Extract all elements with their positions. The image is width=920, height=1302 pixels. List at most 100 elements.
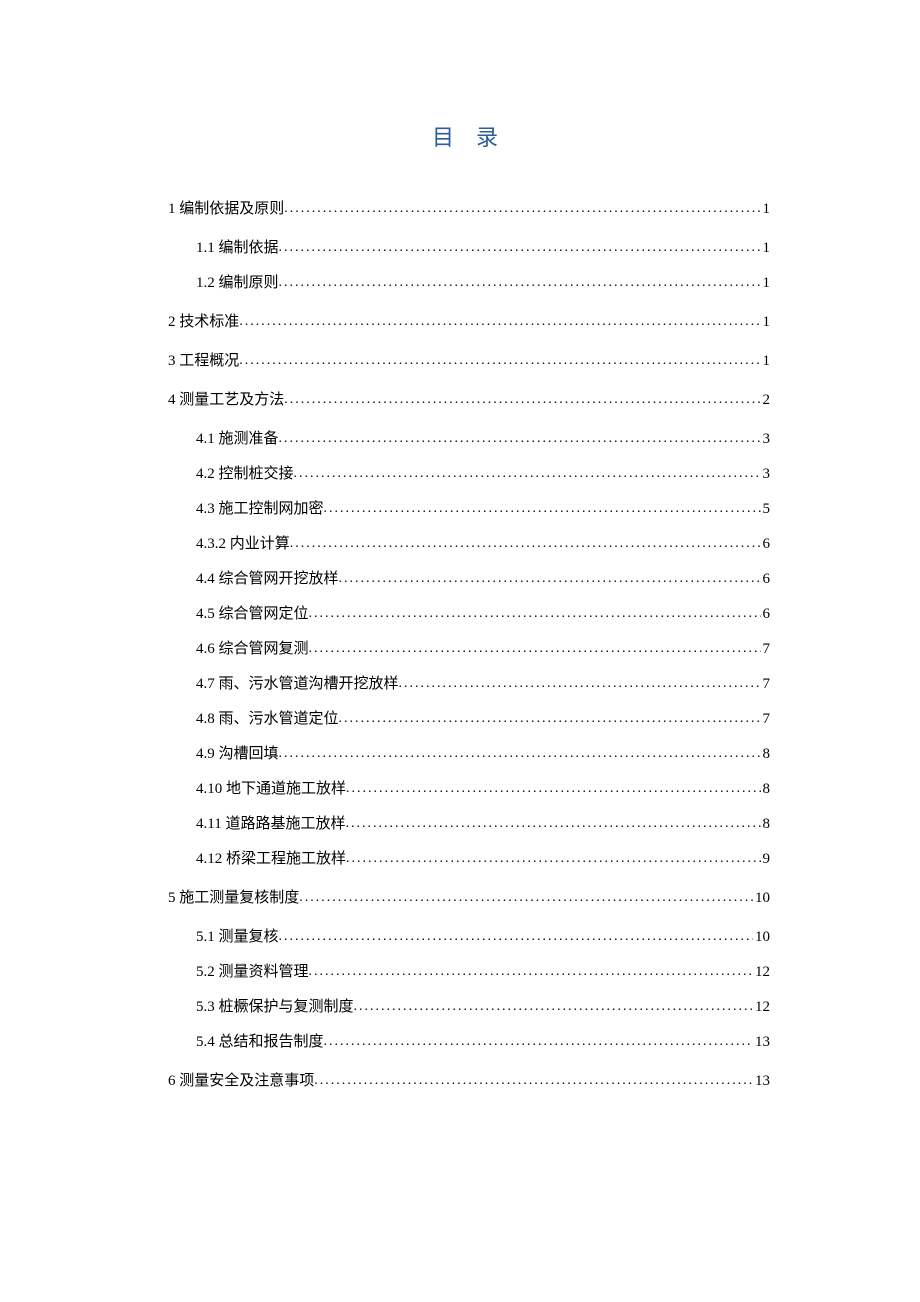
toc-page-number: 7: [761, 711, 771, 728]
toc-dots: [239, 314, 760, 330]
toc-dots: [279, 929, 753, 945]
toc-label: 5.1 测量复核: [196, 925, 279, 946]
toc-label: 4.9 沟槽回填: [196, 742, 279, 763]
toc-dots: [339, 571, 761, 587]
toc-label: 4 测量工艺及方法: [168, 388, 284, 409]
toc-dots: [399, 676, 761, 692]
toc-entry: 4.5 综合管网定位 6: [168, 602, 770, 623]
toc-entry: 1.1 编制依据 1: [168, 236, 770, 257]
toc-label: 5.4 总结和报告制度: [196, 1030, 324, 1051]
toc-page-number: 9: [761, 851, 771, 868]
toc-label: 4.6 综合管网复测: [196, 637, 309, 658]
toc-entry: 4.9 沟槽回填 8: [168, 742, 770, 763]
toc-dots: [339, 711, 761, 727]
toc-dots: [309, 964, 753, 980]
toc-label: 4.10 地下通道施工放样: [196, 777, 346, 798]
toc-dots: [284, 392, 760, 408]
toc-dots: [324, 1034, 753, 1050]
toc-page-number: 3: [761, 431, 771, 448]
toc-page-number: 7: [761, 676, 771, 693]
toc-entry: 1 编制依据及原则 1: [168, 197, 770, 218]
toc-label: 4.1 施测准备: [196, 427, 279, 448]
toc-page-number: 12: [753, 999, 770, 1016]
toc-entry: 4.4 综合管网开挖放样 6: [168, 567, 770, 588]
toc-entry: 5.2 测量资料管理 12: [168, 960, 770, 981]
toc-entry: 4.12 桥梁工程施工放样 9: [168, 847, 770, 868]
toc-page-number: 1: [761, 240, 771, 257]
toc-label: 4.4 综合管网开挖放样: [196, 567, 339, 588]
toc-page-number: 1: [761, 275, 771, 292]
toc-label: 4.7 雨、污水管道沟槽开挖放样: [196, 672, 399, 693]
toc-label: 6 测量安全及注意事项: [168, 1069, 314, 1090]
toc-label: 4.2 控制桩交接: [196, 462, 294, 483]
toc-label: 4.8 雨、污水管道定位: [196, 707, 339, 728]
toc-page-number: 10: [753, 890, 770, 907]
toc-page: 目 录 1 编制依据及原则 1 1.1 编制依据 1 1.2 编制原则 1 2 …: [0, 0, 920, 1090]
toc-entry: 4.2 控制桩交接 3: [168, 462, 770, 483]
toc-label: 4.5 综合管网定位: [196, 602, 309, 623]
toc-label: 4.3.2 内业计算: [196, 532, 290, 553]
toc-dots: [346, 851, 760, 867]
toc-dots: [279, 275, 761, 291]
toc-entry: 4.3.2 内业计算 6: [168, 532, 770, 553]
toc-label: 1.2 编制原则: [196, 271, 279, 292]
toc-dots: [239, 353, 760, 369]
toc-page-number: 1: [761, 314, 771, 331]
toc-page-number: 2: [761, 392, 771, 409]
toc-label: 1.1 编制依据: [196, 236, 279, 257]
toc-dots: [279, 746, 761, 762]
toc-entry: 4.7 雨、污水管道沟槽开挖放样 7: [168, 672, 770, 693]
toc-entry: 5.4 总结和报告制度 13: [168, 1030, 770, 1051]
toc-page-number: 12: [753, 964, 770, 981]
toc-page-number: 5: [761, 501, 771, 518]
toc-entry: 5.3 桩橛保护与复测制度 12: [168, 995, 770, 1016]
toc-page-number: 3: [761, 466, 771, 483]
toc-entry: 4 测量工艺及方法 2: [168, 388, 770, 409]
toc-label: 2 技术标准: [168, 310, 239, 331]
toc-dots: [294, 466, 761, 482]
toc-dots: [346, 781, 760, 797]
toc-dots: [309, 641, 761, 657]
toc-dots: [354, 999, 753, 1015]
toc-page-number: 1: [761, 201, 771, 218]
toc-dots: [279, 431, 761, 447]
toc-dots: [324, 501, 761, 517]
toc-entry: 6 测量安全及注意事项 13: [168, 1069, 770, 1090]
toc-label: 3 工程概况: [168, 349, 239, 370]
toc-page-number: 7: [761, 641, 771, 658]
toc-entry: 5.1 测量复核 10: [168, 925, 770, 946]
toc-title: 目 录: [168, 120, 770, 152]
toc-page-number: 6: [761, 536, 771, 553]
toc-entry: 4.3 施工控制网加密 5: [168, 497, 770, 518]
toc-entry: 5 施工测量复核制度 10: [168, 886, 770, 907]
toc-label: 5.2 测量资料管理: [196, 960, 309, 981]
toc-label: 4.3 施工控制网加密: [196, 497, 324, 518]
toc-page-number: 6: [761, 606, 771, 623]
toc-entry: 4.1 施测准备 3: [168, 427, 770, 448]
toc-label: 5 施工测量复核制度: [168, 886, 299, 907]
toc-page-number: 8: [761, 746, 771, 763]
toc-page-number: 1: [761, 353, 771, 370]
toc-dots: [309, 606, 761, 622]
toc-dots: [284, 201, 760, 217]
toc-dots: [345, 816, 760, 832]
toc-entry: 4.10 地下通道施工放样 8: [168, 777, 770, 798]
toc-label: 4.12 桥梁工程施工放样: [196, 847, 346, 868]
toc-page-number: 13: [753, 1034, 770, 1051]
toc-dots: [314, 1073, 753, 1089]
toc-entry: 4.8 雨、污水管道定位 7: [168, 707, 770, 728]
toc-entry: 3 工程概况 1: [168, 349, 770, 370]
toc-dots: [279, 240, 761, 256]
toc-page-number: 8: [761, 816, 771, 833]
toc-page-number: 8: [761, 781, 771, 798]
toc-page-number: 6: [761, 571, 771, 588]
toc-entry: 4.11 道路路基施工放样 8: [168, 812, 770, 833]
toc-page-number: 13: [753, 1073, 770, 1090]
toc-page-number: 10: [753, 929, 770, 946]
toc-entry: 4.6 综合管网复测 7: [168, 637, 770, 658]
toc-label: 5.3 桩橛保护与复测制度: [196, 995, 354, 1016]
toc-dots: [299, 890, 753, 906]
toc-entry: 2 技术标准 1: [168, 310, 770, 331]
toc-label: 4.11 道路路基施工放样: [196, 812, 345, 833]
toc-entry: 1.2 编制原则 1: [168, 271, 770, 292]
